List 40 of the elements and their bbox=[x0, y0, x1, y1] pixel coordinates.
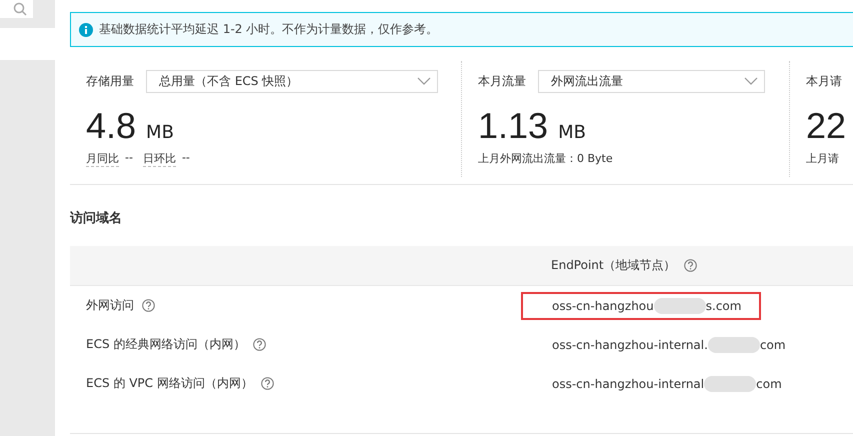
chevron-down-icon bbox=[417, 77, 431, 85]
stat-value: 1.13 bbox=[478, 105, 548, 147]
help-icon[interactable] bbox=[142, 299, 155, 312]
stat-label: 本月请 bbox=[806, 72, 842, 90]
section-title: 访问域名 bbox=[70, 210, 123, 228]
stat-value: 22 bbox=[806, 105, 846, 147]
redaction-blur bbox=[708, 336, 760, 352]
endpoint-text: oss-cn-hangzhou bbox=[552, 298, 654, 312]
stat-label: 本月流量 bbox=[478, 72, 526, 90]
chevron-down-icon bbox=[744, 77, 758, 85]
endpoint-text: oss-cn-hangzhou-internal. bbox=[552, 338, 708, 352]
stat-footer-value: -- bbox=[125, 151, 133, 166]
search-icon bbox=[13, 2, 27, 16]
stat-footer-label: 上月请 bbox=[806, 151, 839, 166]
stat-footer-label: 月同比 bbox=[86, 151, 119, 167]
redaction-blur bbox=[654, 298, 706, 314]
endpoint-text: com bbox=[760, 338, 786, 352]
info-icon bbox=[79, 22, 93, 36]
stat-unit: MB bbox=[558, 122, 586, 143]
help-icon[interactable] bbox=[253, 338, 266, 351]
stat-footer-value: -- bbox=[182, 151, 190, 166]
help-icon[interactable] bbox=[260, 377, 274, 390]
metric-select[interactable]: 总用量（不含 ECS 快照） bbox=[146, 70, 438, 92]
stat-value: 4.8 bbox=[86, 105, 136, 147]
search-field[interactable] bbox=[0, 0, 33, 18]
stat-footer-label: 上月外网流出流量：0 Byte bbox=[478, 151, 613, 166]
endpoint-text: s.com bbox=[706, 298, 742, 312]
row-label: ECS 的 VPC 网络访问（内网） bbox=[86, 375, 253, 392]
stat-footer-label: 日环比 bbox=[142, 151, 176, 167]
row-label: ECS 的经典网络访问（内网） bbox=[86, 336, 246, 353]
stat-label: 存储用量 bbox=[86, 72, 134, 90]
column-header: EndPoint（地域节点） bbox=[551, 257, 676, 274]
endpoint-text: oss-cn-hangzhou-internal bbox=[552, 376, 704, 390]
notice-text: 基础数据统计平均延迟 1-2 小时。不作为计量数据，仅作参考。 bbox=[99, 21, 438, 38]
stat-unit: MB bbox=[146, 122, 174, 143]
redaction-blur bbox=[704, 376, 756, 392]
help-icon[interactable] bbox=[684, 259, 697, 272]
endpoint-text: com bbox=[756, 376, 782, 390]
row-label: 外网访问 bbox=[86, 297, 134, 314]
metric-select[interactable]: 外网流出流量 bbox=[538, 70, 765, 92]
